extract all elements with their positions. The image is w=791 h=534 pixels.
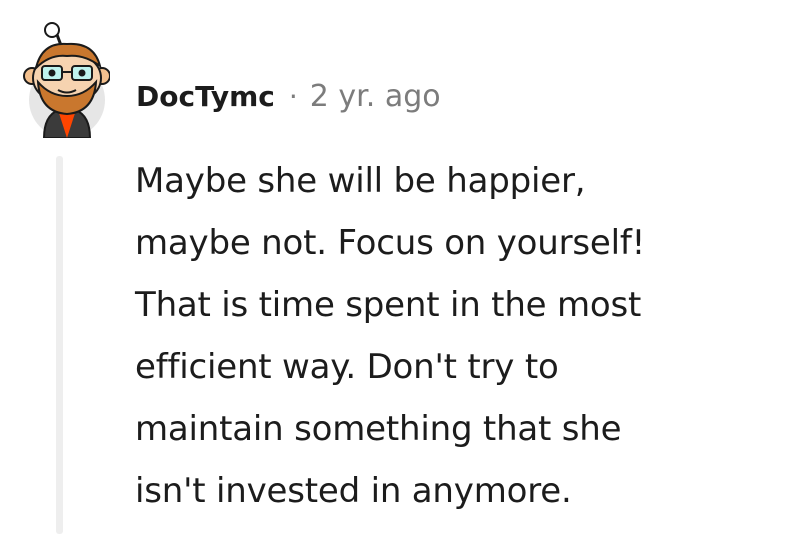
comment-text-line: maintain something that she bbox=[135, 409, 622, 449]
snoo-avatar-icon bbox=[23, 22, 111, 139]
comment-text-line: That is time spent in the most bbox=[135, 285, 642, 325]
comment-timestamp[interactable]: 2 yr. ago bbox=[310, 79, 441, 114]
thread-collapse-line[interactable] bbox=[56, 156, 63, 534]
comment-text-line: Maybe she will be happier, bbox=[135, 161, 586, 201]
meta-separator: · bbox=[288, 79, 298, 113]
user-avatar[interactable] bbox=[14, 22, 111, 139]
comment-text-line: efficient way. Don't try to bbox=[135, 347, 559, 387]
username-link[interactable]: DocTymc bbox=[136, 80, 275, 113]
comment-meta: DocTymc · 2 yr. ago bbox=[136, 76, 441, 116]
comment-body: Maybe she will be happier, maybe not. Fo… bbox=[135, 150, 775, 522]
comment-text-line: isn't invested in anymore. bbox=[135, 471, 572, 511]
comment-text-line: maybe not. Focus on yourself! bbox=[135, 223, 646, 263]
